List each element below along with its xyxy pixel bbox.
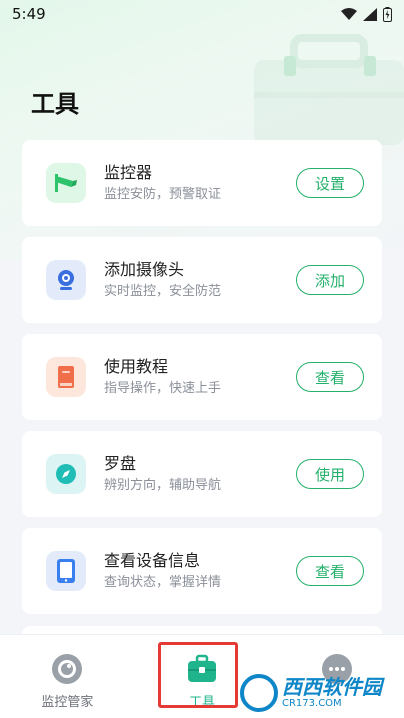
watermark-title: 西西软件园 bbox=[282, 675, 382, 699]
status-time: 5:49 bbox=[12, 5, 46, 23]
card-title: 罗盘 bbox=[104, 454, 137, 473]
camera-icon bbox=[46, 163, 86, 203]
card-title: 使用教程 bbox=[104, 357, 169, 376]
view-button[interactable]: 查看 bbox=[296, 362, 364, 392]
tablet-icon bbox=[46, 551, 86, 591]
add-button[interactable]: 添加 bbox=[296, 265, 364, 295]
use-button[interactable]: 使用 bbox=[296, 459, 364, 489]
monitor-icon bbox=[52, 654, 83, 684]
battery-icon bbox=[383, 6, 392, 22]
compass-icon bbox=[46, 454, 86, 494]
card-title: 查看设备信息 bbox=[104, 551, 201, 570]
card-compass[interactable]: 罗盘 辨别方向，辅助导航 使用 bbox=[22, 431, 382, 517]
card-subtitle: 查询状态，掌握详情 bbox=[104, 575, 222, 590]
wifi-icon bbox=[341, 7, 357, 20]
highlight-box bbox=[158, 642, 238, 708]
status-bar: 5:49 bbox=[0, 0, 404, 28]
card-device-info[interactable]: 查看设备信息 查询状态，掌握详情 查看 bbox=[22, 528, 382, 614]
card-subtitle: 实时监控，安全防范 bbox=[104, 284, 222, 299]
nav-item-monitor[interactable]: 监控管家 bbox=[0, 635, 135, 718]
toolbox-illustration bbox=[254, 34, 404, 145]
page-title: 工具 bbox=[31, 90, 79, 118]
watermark-logo-icon bbox=[240, 674, 278, 712]
card-monitor[interactable]: 监控器 监控安防，预警取证 设置 bbox=[22, 140, 382, 226]
watermark-subtitle: CR173.COM bbox=[282, 698, 342, 709]
settings-button[interactable]: 设置 bbox=[296, 168, 364, 198]
card-tutorial[interactable]: 使用教程 指导操作，快速上手 查看 bbox=[22, 334, 382, 420]
card-subtitle: 指导操作，快速上手 bbox=[104, 381, 222, 396]
card-add-camera[interactable]: 添加摄像头 实时监控，安全防范 添加 bbox=[22, 237, 382, 323]
card-subtitle: 监控安防，预警取证 bbox=[104, 187, 222, 202]
signal-icon bbox=[363, 7, 377, 21]
card-title: 监控器 bbox=[104, 163, 153, 182]
nav-label: 监控管家 bbox=[41, 695, 94, 710]
card-subtitle: 辨别方向，辅助导航 bbox=[104, 478, 222, 493]
view-button[interactable]: 查看 bbox=[296, 556, 364, 586]
watermark: 西西软件园 CR173.COM bbox=[240, 672, 400, 714]
book-icon bbox=[46, 357, 86, 397]
webcam-icon bbox=[46, 260, 86, 300]
card-title: 添加摄像头 bbox=[104, 260, 185, 279]
